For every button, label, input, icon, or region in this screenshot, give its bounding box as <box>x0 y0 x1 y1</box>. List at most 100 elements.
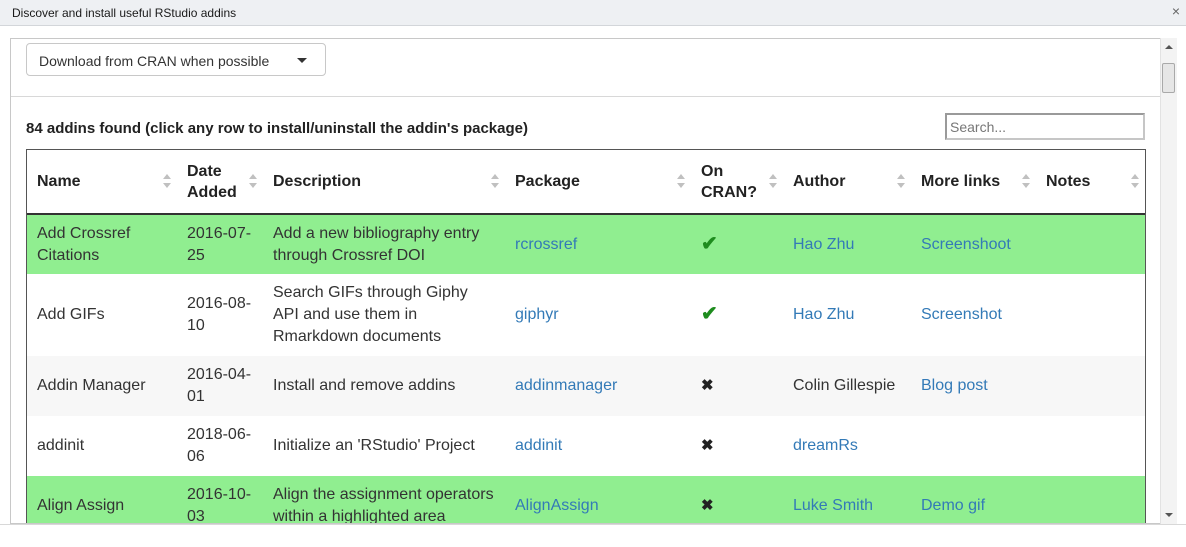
cell-package: addinmanager <box>505 356 691 416</box>
column-header-package[interactable]: Package <box>505 150 691 215</box>
cell-name: Add GIFs <box>27 274 177 356</box>
author-link[interactable]: dreamRs <box>793 437 858 454</box>
cell-more-links: Blog post <box>911 356 1036 416</box>
column-header-more-links[interactable]: More links <box>911 150 1036 215</box>
scroll-up-icon[interactable] <box>1165 45 1173 49</box>
caret-down-icon <box>297 58 307 63</box>
table-row[interactable]: Align Assign 2016-10-03 Align the assign… <box>27 476 1145 523</box>
dialog-title: Discover and install useful RStudio addi… <box>12 6 237 20</box>
scrollbar-thumb[interactable] <box>1162 63 1175 93</box>
addins-table: Name Date Added Description Package On C… <box>26 149 1146 523</box>
download-source-dropdown[interactable]: Download from CRAN when possible <box>26 43 326 76</box>
more-link[interactable]: Screenshot <box>921 306 1002 323</box>
column-label: Author <box>793 173 846 190</box>
cell-name: Align Assign <box>27 476 177 523</box>
cell-package: addinit <box>505 416 691 476</box>
column-label: More links <box>921 173 1001 190</box>
package-link[interactable]: giphyr <box>515 306 559 323</box>
author-link[interactable]: Hao Zhu <box>793 236 854 253</box>
sort-icon <box>1131 174 1139 190</box>
sort-icon <box>163 174 171 190</box>
sort-icon <box>769 174 777 190</box>
addins-panel: Download from CRAN when possible 84 addi… <box>10 38 1160 524</box>
column-header-on-cran[interactable]: On CRAN? <box>691 150 783 215</box>
sort-icon <box>491 174 499 190</box>
check-icon: ✔ <box>701 303 718 325</box>
vertical-scrollbar[interactable] <box>1160 38 1177 524</box>
column-label: Notes <box>1046 173 1091 190</box>
cell-package: giphyr <box>505 274 691 356</box>
cell-name: addinit <box>27 416 177 476</box>
sort-icon <box>897 174 905 190</box>
cell-package: rcrossref <box>505 214 691 274</box>
column-header-date-added[interactable]: Date Added <box>177 150 263 215</box>
cell-author: Hao Zhu <box>783 274 911 356</box>
cell-more-links: Demo gif <box>911 476 1036 523</box>
cell-description: Add a new bibliography entry through Cro… <box>263 214 505 274</box>
column-label: Package <box>515 173 580 190</box>
cell-description: Align the assignment operators within a … <box>263 476 505 523</box>
check-icon: ✔ <box>701 232 718 255</box>
source-panel: Download from CRAN when possible <box>11 39 1160 97</box>
column-header-name[interactable]: Name <box>27 150 177 215</box>
cell-notes <box>1036 356 1145 416</box>
cell-notes <box>1036 274 1145 356</box>
cell-on-cran: ✔ <box>691 274 783 356</box>
column-header-author[interactable]: Author <box>783 150 911 215</box>
download-source-value: Download from CRAN when possible <box>39 53 270 69</box>
cell-author: Hao Zhu <box>783 214 911 274</box>
cell-notes <box>1036 214 1145 274</box>
table-row[interactable]: Add GIFs 2016-08-10 Search GIFs through … <box>27 274 1145 356</box>
search-input[interactable] <box>945 113 1145 140</box>
column-label: On CRAN? <box>701 162 757 201</box>
cell-more-links <box>911 416 1036 476</box>
cell-description: Install and remove addins <box>263 356 505 416</box>
column-header-notes[interactable]: Notes <box>1036 150 1145 215</box>
table-row[interactable]: addinit 2018-06-06 Initialize an 'RStudi… <box>27 416 1145 476</box>
cell-on-cran: ✖ <box>691 476 783 523</box>
sort-icon <box>249 174 257 190</box>
dialog-footer <box>0 524 1186 547</box>
cell-description: Search GIFs through Giphy API and use th… <box>263 274 505 356</box>
package-link[interactable]: rcrossref <box>515 236 577 253</box>
addins-found-count: 84 addins found (click any row to instal… <box>26 120 528 137</box>
package-link[interactable]: addinit <box>515 437 562 454</box>
cell-notes <box>1036 476 1145 523</box>
cell-more-links: Screenshot <box>911 274 1036 356</box>
table-row[interactable]: Add Crossref Citations 2016-07-25 Add a … <box>27 214 1145 274</box>
scroll-down-icon[interactable] <box>1165 513 1173 517</box>
sort-icon <box>1022 174 1030 190</box>
sort-icon <box>677 174 685 190</box>
close-icon[interactable]: × <box>1172 3 1180 19</box>
more-link[interactable]: Screenshoot <box>921 236 1011 253</box>
author-link[interactable]: Hao Zhu <box>793 306 854 323</box>
cell-date: 2016-07-25 <box>177 214 263 274</box>
package-link[interactable]: addinmanager <box>515 377 617 394</box>
dialog-titlebar: Discover and install useful RStudio addi… <box>0 0 1186 26</box>
column-header-description[interactable]: Description <box>263 150 505 215</box>
cross-icon: ✖ <box>701 497 714 514</box>
column-label: Description <box>273 173 362 190</box>
cell-date: 2016-10-03 <box>177 476 263 523</box>
cell-name: Addin Manager <box>27 356 177 416</box>
column-label: Name <box>37 173 81 190</box>
table-header-row: Name Date Added Description Package On C… <box>27 150 1145 215</box>
cross-icon: ✖ <box>701 437 714 454</box>
cell-author: dreamRs <box>783 416 911 476</box>
column-label: Date Added <box>187 162 237 201</box>
cross-icon: ✖ <box>701 377 714 394</box>
cell-date: 2018-06-06 <box>177 416 263 476</box>
more-link[interactable]: Blog post <box>921 377 988 394</box>
cell-name: Add Crossref Citations <box>27 214 177 274</box>
package-link[interactable]: AlignAssign <box>515 497 599 514</box>
author-link[interactable]: Luke Smith <box>793 497 873 514</box>
cell-on-cran: ✔ <box>691 214 783 274</box>
table-row[interactable]: Addin Manager 2016-04-01 Install and rem… <box>27 356 1145 416</box>
cell-on-cran: ✖ <box>691 416 783 476</box>
cell-description: Initialize an 'RStudio' Project <box>263 416 505 476</box>
cell-on-cran: ✖ <box>691 356 783 416</box>
cell-notes <box>1036 416 1145 476</box>
more-link[interactable]: Demo gif <box>921 497 985 514</box>
cell-date: 2016-04-01 <box>177 356 263 416</box>
cell-author: Colin Gillespie <box>783 356 911 416</box>
